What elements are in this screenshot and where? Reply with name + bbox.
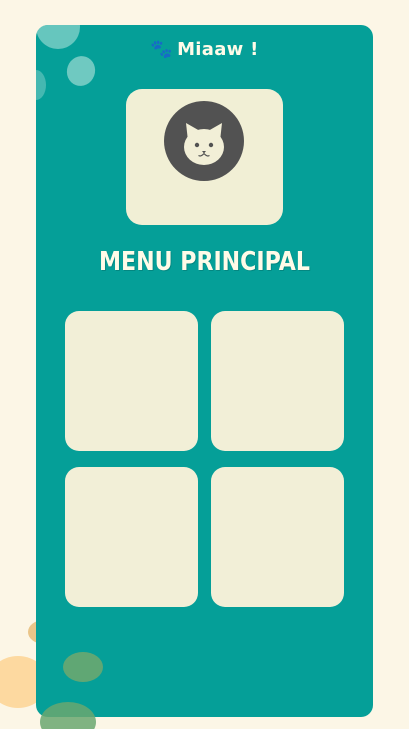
page: 🐾 Miaaw ! MENU PRINCIPAL [0, 0, 409, 729]
app-title-text: Miaaw ! [177, 39, 259, 60]
cat-face-icon [184, 123, 224, 165]
decorative-blob [36, 70, 46, 100]
paw-icon: 🐾 [150, 39, 174, 60]
menu-tile-1[interactable] [65, 311, 198, 451]
menu-tile-4[interactable] [211, 467, 344, 607]
avatar [164, 101, 244, 181]
menu-tile-2[interactable] [211, 311, 344, 451]
menu-heading: MENU PRINCIPAL [99, 247, 310, 277]
menu-tile-3[interactable] [65, 467, 198, 607]
app-title: 🐾 Miaaw ! [36, 39, 373, 60]
main-panel: 🐾 Miaaw ! MENU PRINCIPAL [36, 25, 373, 717]
profile-avatar-box[interactable] [126, 89, 283, 225]
decorative-blob [63, 652, 103, 682]
